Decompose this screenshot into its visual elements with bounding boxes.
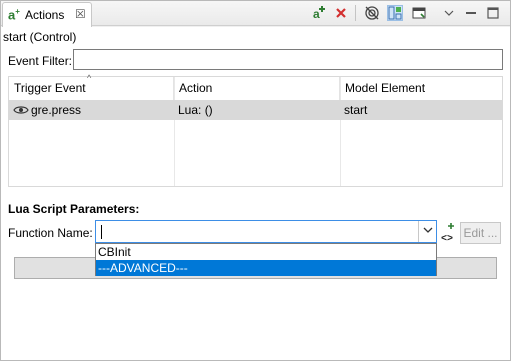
add-function-icon[interactable]: <> xyxy=(440,222,456,245)
delete-icon[interactable] xyxy=(333,5,349,21)
actions-table[interactable]: Trigger Event ^ Action Model Element gre… xyxy=(8,73,503,187)
column-divider xyxy=(174,77,175,186)
svg-text:a: a xyxy=(313,7,320,21)
function-name-label: Function Name: xyxy=(8,226,93,240)
tab-label: Actions xyxy=(25,8,65,22)
event-filter-input[interactable] xyxy=(73,49,503,70)
column-header-trigger-event[interactable]: Trigger Event xyxy=(9,77,174,100)
filter-icon[interactable] xyxy=(364,5,380,21)
cell-trigger-event: gre.press xyxy=(31,103,82,117)
cell-model-element: start xyxy=(344,103,368,117)
window-icon[interactable] xyxy=(411,5,427,21)
event-icon xyxy=(13,104,29,119)
dropdown-option-advanced[interactable]: ---ADVANCED--- xyxy=(96,260,436,276)
close-icon[interactable]: ☒ xyxy=(75,7,86,21)
function-name-dropdown[interactable]: CBInit ---ADVANCED--- xyxy=(95,243,437,276)
layout-icon[interactable] xyxy=(387,5,403,21)
maximize-icon[interactable] xyxy=(485,5,501,21)
actions-view-icon: a+ xyxy=(8,7,20,23)
tab-actions[interactable]: a+ Actions ☒ xyxy=(2,2,92,27)
column-header-model-element[interactable]: Model Element xyxy=(340,77,502,100)
lua-params-title: Lua Script Parameters: xyxy=(8,202,140,216)
toolbar-separator xyxy=(355,5,356,21)
function-name-combo[interactable] xyxy=(95,220,437,243)
edit-function-button[interactable]: Edit ... xyxy=(460,222,501,244)
svg-text:<>: <> xyxy=(441,234,453,244)
minimize-icon[interactable] xyxy=(463,5,479,21)
chevron-down-icon[interactable] xyxy=(418,221,436,242)
dropdown-option-cbinit[interactable]: CBInit xyxy=(96,244,436,260)
sort-ascending-icon: ^ xyxy=(87,73,92,83)
column-divider xyxy=(340,77,341,186)
table-row[interactable] xyxy=(9,100,502,120)
add-action-icon[interactable]: a xyxy=(311,5,327,21)
cell-action: Lua: () xyxy=(178,103,213,117)
view-menu-icon[interactable] xyxy=(441,5,457,21)
text-caret xyxy=(101,225,102,239)
column-header-action[interactable]: Action xyxy=(174,77,340,100)
context-label: start (Control) xyxy=(3,30,77,44)
event-filter-label: Event Filter: xyxy=(8,54,73,68)
